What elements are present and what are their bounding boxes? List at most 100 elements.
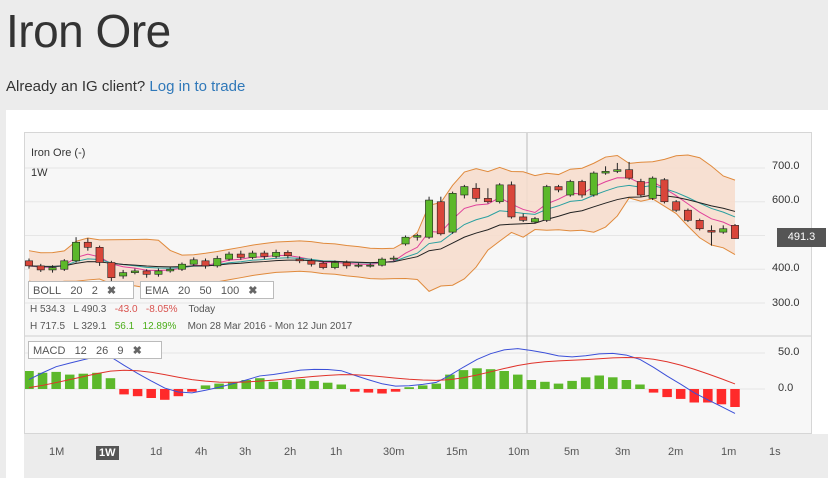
timeframe-1m[interactable]: 1m	[721, 446, 736, 458]
macd-bar	[146, 389, 156, 398]
candle-body	[483, 198, 492, 203]
y-tick: 300.0	[772, 297, 800, 309]
macd-bar	[160, 389, 170, 400]
timeframe-2m[interactable]: 2m	[668, 446, 683, 458]
candle-body	[578, 181, 586, 196]
candle-body	[72, 241, 81, 262]
candle-body	[719, 228, 728, 233]
macd-bar	[472, 368, 482, 389]
client-prompt: Already an IG client? Log in to trade	[6, 78, 245, 95]
macd-bar	[404, 387, 414, 389]
stat-change: 56.1	[114, 321, 135, 332]
bollinger-p2: 2	[91, 285, 98, 297]
candle-body	[731, 225, 739, 239]
candle-body	[201, 260, 210, 267]
timeframe-1d[interactable]: 1d	[150, 446, 162, 458]
macd-bar	[187, 389, 197, 392]
macd-indicator[interactable]: MACD 12 26 9 ✖	[28, 341, 162, 359]
timeframe-3h[interactable]: 3h	[239, 446, 251, 458]
stat-change: -43.0	[114, 304, 138, 315]
candle-body	[354, 264, 363, 267]
macd-bar	[526, 380, 537, 389]
macd-bar	[363, 389, 374, 393]
macd-bar	[703, 389, 713, 403]
candle-body	[236, 253, 245, 258]
bollinger-indicator[interactable]: BOLL 20 2 ✖	[28, 281, 134, 299]
macd-bar	[64, 374, 75, 389]
stat-high: H 534.3	[30, 304, 66, 315]
candle-body	[307, 260, 316, 265]
macd-bar	[513, 374, 523, 389]
timeframe-4h[interactable]: 4h	[195, 446, 207, 458]
candle-body	[519, 216, 528, 221]
macd-bar	[92, 372, 102, 389]
close-icon[interactable]: ✖	[133, 342, 142, 360]
candle-body	[48, 267, 57, 271]
candle-body	[366, 264, 375, 267]
macd-p2: 26	[95, 345, 109, 357]
candle-body	[413, 235, 422, 238]
candle-body	[119, 272, 128, 277]
candle-body	[436, 201, 445, 235]
bollinger-p1: 20	[70, 285, 83, 297]
candle-body	[707, 230, 716, 233]
close-icon[interactable]: ✖	[248, 282, 257, 300]
macd-bar	[730, 389, 740, 407]
timeframe-2h[interactable]: 2h	[284, 446, 296, 458]
login-link[interactable]: Log in to trade	[149, 78, 245, 95]
stat-period: Mon 28 Mar 2016 - Mon 12 Jun 2017	[187, 321, 353, 332]
macd-name: MACD	[33, 345, 66, 357]
candle-body	[189, 259, 198, 265]
macd-bar	[594, 375, 604, 389]
candle-body	[531, 218, 539, 223]
timeframe-1W[interactable]: 1W	[96, 446, 119, 460]
macd-bar	[25, 371, 34, 389]
candle-body	[330, 262, 339, 268]
candle-body	[613, 169, 622, 172]
timeframe-10m[interactable]: 10m	[508, 446, 529, 458]
ema-p2: 50	[199, 285, 212, 297]
timeframe-15m[interactable]: 15m	[446, 446, 467, 458]
macd-bar	[51, 371, 61, 389]
candle-body	[107, 262, 116, 278]
stat-low: L 490.3	[73, 304, 107, 315]
candle-body	[495, 184, 504, 203]
timeframe-1h[interactable]: 1h	[330, 446, 342, 458]
close-icon[interactable]: ✖	[107, 282, 116, 300]
candle-body	[178, 263, 186, 270]
candle-body	[25, 260, 33, 267]
macd-p1: 12	[74, 345, 87, 357]
candle-body	[648, 177, 657, 199]
candle-body	[260, 252, 269, 257]
macd-bar	[255, 378, 265, 389]
candle-body	[401, 236, 410, 245]
macd-bar	[648, 389, 659, 393]
candle-body	[319, 262, 328, 268]
candle-body	[589, 172, 598, 196]
macd-bar	[37, 372, 48, 389]
macd-bar	[635, 384, 645, 389]
candle-body	[95, 247, 104, 263]
timeframe-1M[interactable]: 1M	[49, 446, 64, 458]
candle-body	[283, 252, 292, 257]
macd-tick: 50.0	[778, 346, 800, 358]
bollinger-name: BOLL	[33, 285, 62, 297]
macd-bar	[567, 380, 577, 389]
candle-body	[625, 169, 634, 179]
timeframe-5m[interactable]: 5m	[564, 446, 579, 458]
candle-body	[272, 252, 281, 257]
candle-body	[695, 220, 704, 230]
candle-body	[295, 258, 304, 262]
candle-body	[566, 181, 575, 196]
timeframe-3m[interactable]: 3m	[615, 446, 630, 458]
macd-bar	[350, 389, 360, 392]
candle-body	[36, 265, 45, 271]
stat-percent: 12.89%	[142, 321, 177, 332]
candle-body	[554, 186, 563, 191]
ema-indicator[interactable]: EMA 20 50 100 ✖	[140, 281, 274, 299]
candle-body	[507, 184, 516, 218]
timeframe-1s[interactable]: 1s	[769, 446, 781, 458]
timeframe-30m[interactable]: 30m	[383, 446, 404, 458]
macd-bar	[621, 380, 632, 389]
stat-low: L 329.1	[73, 321, 107, 332]
